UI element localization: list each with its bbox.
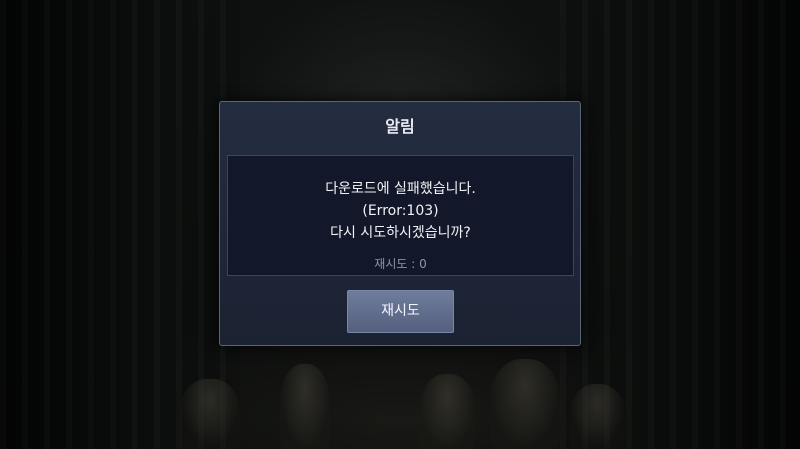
retry-button[interactable]: 재시도 bbox=[347, 290, 454, 333]
message-line-retry-prompt: 다시 시도하시겠습니까? bbox=[330, 225, 471, 241]
message-line-download-failed: 다운로드에 실패했습니다. bbox=[325, 181, 476, 197]
game-background: 알림 다운로드에 실패했습니다. (Error:103) 다시 시도하시겠습니까… bbox=[0, 0, 800, 449]
message-text: 다운로드에 실패했습니다. (Error:103) 다시 시도하시겠습니까? bbox=[228, 178, 573, 244]
download-error-dialog: 알림 다운로드에 실패했습니다. (Error:103) 다시 시도하시겠습니까… bbox=[219, 101, 581, 346]
dialog-title: 알림 bbox=[385, 117, 415, 136]
message-line-error-code: (Error:103) bbox=[362, 203, 439, 219]
message-box: 다운로드에 실패했습니다. (Error:103) 다시 시도하시겠습니까? 재… bbox=[227, 155, 574, 276]
retry-count-label: 재시도 : 0 bbox=[374, 257, 427, 271]
